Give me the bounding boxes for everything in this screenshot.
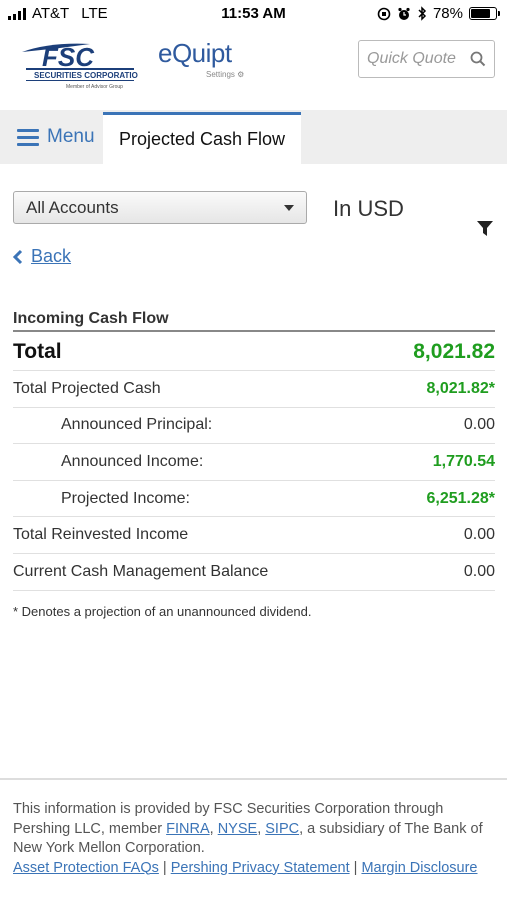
sipc-link[interactable]: SIPC <box>265 821 299 837</box>
account-select-value: All Accounts <box>26 197 119 217</box>
footnote: * Denotes a projection of an unannounced… <box>13 604 312 619</box>
currency-label: In USD <box>333 196 404 221</box>
cash-flow-row: Total Projected Cash 8,021.82* <box>13 371 495 408</box>
filter-icon[interactable] <box>476 220 494 238</box>
row-value: 0.00 <box>463 562 495 580</box>
row-label: Announced Principal: <box>61 416 213 434</box>
back-link[interactable]: Back <box>12 246 71 267</box>
footer: This information is provided by FSC Secu… <box>13 800 495 878</box>
section-divider <box>13 330 495 332</box>
footer-divider <box>0 778 507 780</box>
search-icon[interactable] <box>470 51 486 67</box>
menu-label: Menu <box>47 126 95 147</box>
margin-disclosure-link[interactable]: Margin Disclosure <box>361 860 477 876</box>
cash-flow-row: Total Reinvested Income 0.00 <box>13 517 495 554</box>
fsc-logo[interactable]: FSC SECURITIES CORPORATION Member of Adv… <box>20 38 138 90</box>
app-name: eQuipt <box>158 38 232 68</box>
orientation-lock-icon <box>377 7 391 20</box>
total-value: 8,021.82 <box>413 339 495 363</box>
footer-pipe-1: | <box>158 859 171 876</box>
battery-fill <box>471 9 490 18</box>
header: FSC SECURITIES CORPORATION Member of Adv… <box>0 30 507 108</box>
row-value: 6,251.28* <box>426 489 495 507</box>
logo-tagline: Member of Advisor Group <box>66 84 123 90</box>
row-label: Total Reinvested Income <box>13 526 189 544</box>
privacy-statement-link[interactable]: Pershing Privacy Statement <box>171 860 350 876</box>
footer-pipe-2: | <box>349 859 362 876</box>
app-settings-link[interactable]: Settings ⚙ <box>206 70 244 79</box>
row-label: Projected Income: <box>61 489 190 507</box>
logo-text: FSC <box>42 42 95 72</box>
section-title: Incoming Cash Flow <box>13 310 169 327</box>
equipt-logo[interactable]: eQuipt Settings ⚙ <box>158 38 244 79</box>
battery-percent: 78% <box>432 5 463 22</box>
asset-protection-link[interactable]: Asset Protection FAQs <box>13 860 159 876</box>
cash-flow-row: Current Cash Management Balance 0.00 <box>13 554 495 591</box>
row-label: Total Projected Cash <box>13 379 161 397</box>
quick-quote-input[interactable] <box>367 50 467 68</box>
menu-button[interactable]: Menu <box>0 110 103 164</box>
status-right: 78% <box>377 5 500 22</box>
hamburger-icon <box>17 128 39 146</box>
tab-projected-cash-flow[interactable]: Projected Cash Flow <box>103 112 301 164</box>
chevron-left-icon <box>12 249 23 264</box>
row-value: 0.00 <box>463 526 495 544</box>
cash-flow-row: Announced Income: 1,770.54 <box>13 444 495 481</box>
row-value: 1,770.54 <box>432 452 495 470</box>
nyse-link[interactable]: NYSE <box>218 821 258 837</box>
account-select[interactable]: All Accounts <box>13 191 307 224</box>
total-row: Total 8,021.82 <box>13 333 495 371</box>
total-label: Total <box>13 339 62 363</box>
cash-flow-row: Projected Income: 6,251.28* <box>13 481 495 518</box>
row-value: 0.00 <box>463 416 495 434</box>
row-label: Current Cash Management Balance <box>13 562 269 580</box>
row-label: Announced Income: <box>61 452 204 470</box>
cash-flow-row: Announced Principal: 0.00 <box>13 408 495 445</box>
caret-down-icon <box>284 205 294 211</box>
footer-sep-1: , <box>209 820 218 837</box>
status-bar: AT&T LTE 11:53 AM 78% <box>0 0 507 28</box>
quick-quote-box[interactable] <box>358 40 495 78</box>
nav-bar: Menu Projected Cash Flow <box>0 110 507 164</box>
back-label: Back <box>31 246 72 266</box>
row-value: 8,021.82* <box>426 379 495 397</box>
logo-subtitle: SECURITIES CORPORATION <box>34 71 138 80</box>
battery-icon <box>469 7 500 20</box>
finra-link[interactable]: FINRA <box>166 821 210 837</box>
bluetooth-icon <box>418 6 427 21</box>
alarm-icon <box>398 7 410 20</box>
